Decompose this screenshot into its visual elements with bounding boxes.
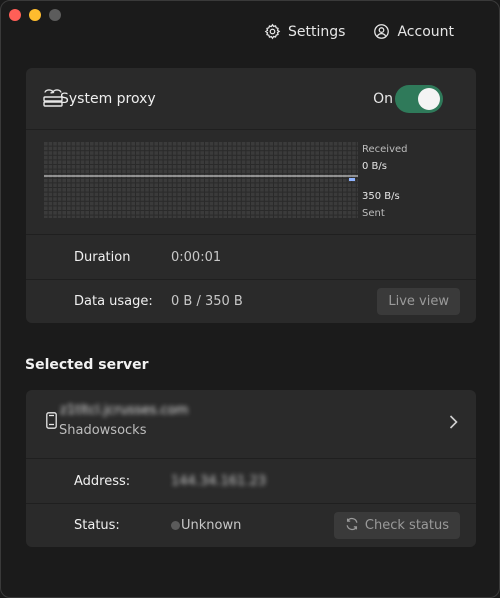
system-proxy-toggle[interactable] [395, 85, 443, 113]
close-window-button[interactable] [9, 9, 21, 21]
app-window: Settings Account System proxy On Receive… [0, 0, 500, 598]
server-name: z1tltcl.jcrusses.com [60, 403, 189, 418]
sent-rate: 350 B/s [362, 191, 400, 202]
settings-label: Settings [288, 23, 346, 40]
check-status-button[interactable]: Check status [333, 512, 460, 539]
received-label: Received [362, 144, 408, 155]
selected-server-heading: Selected server [25, 357, 149, 373]
data-usage-row: Data usage: 0 B / 350 B Live view [26, 279, 476, 323]
account-icon [373, 23, 390, 40]
server-protocol: Shadowsocks [59, 423, 147, 438]
status-label: Status: [74, 518, 120, 533]
duration-value: 0:00:01 [171, 249, 222, 265]
proxy-toggle-group: On [373, 85, 443, 113]
gear-icon [264, 23, 281, 40]
minimize-window-button[interactable] [29, 9, 41, 21]
traffic-graph-area: Received 0 B/s 350 B/s Sent [26, 130, 476, 235]
system-proxy-card: System proxy On Received 0 B/s 350 B/s S… [26, 68, 476, 323]
received-rate: 0 B/s [362, 161, 387, 172]
status-value-group: Unknown [171, 518, 241, 533]
window-controls [9, 9, 61, 21]
duration-row: Duration 0:00:01 [26, 235, 476, 279]
toggle-knob [418, 88, 440, 110]
mobile-device-icon [46, 412, 57, 433]
chevron-right-icon [448, 414, 458, 434]
sent-traffic-mark [349, 178, 355, 181]
status-indicator-dot [171, 521, 180, 530]
live-view-button[interactable]: Live view [377, 288, 460, 315]
top-navigation: Settings Account [264, 23, 454, 40]
settings-button[interactable]: Settings [264, 23, 345, 40]
address-label: Address: [74, 473, 131, 489]
proxy-title: System proxy [60, 90, 156, 107]
traffic-graph [44, 142, 358, 218]
address-value: 144.34.161.23 [171, 473, 267, 489]
toggle-state-label: On [373, 91, 393, 107]
account-label: Account [397, 23, 454, 40]
duration-label: Duration [74, 249, 131, 265]
data-usage-label: Data usage: [74, 294, 153, 309]
data-usage-value: 0 B / 350 B [171, 294, 243, 309]
sent-label: Sent [362, 208, 385, 219]
check-status-label: Check status [364, 518, 449, 533]
refresh-icon [345, 517, 359, 535]
address-row: Address: 144.34.161.23 [26, 459, 476, 503]
selected-server-card: z1tltcl.jcrusses.com Shadowsocks Address… [26, 390, 476, 547]
status-row: Status: Unknown Check status [26, 503, 476, 547]
account-button[interactable]: Account [373, 23, 454, 40]
status-value: Unknown [181, 518, 242, 533]
proxy-header: System proxy On [26, 68, 476, 130]
maximize-window-button[interactable] [49, 9, 61, 21]
server-selector[interactable]: z1tltcl.jcrusses.com Shadowsocks [26, 390, 476, 459]
